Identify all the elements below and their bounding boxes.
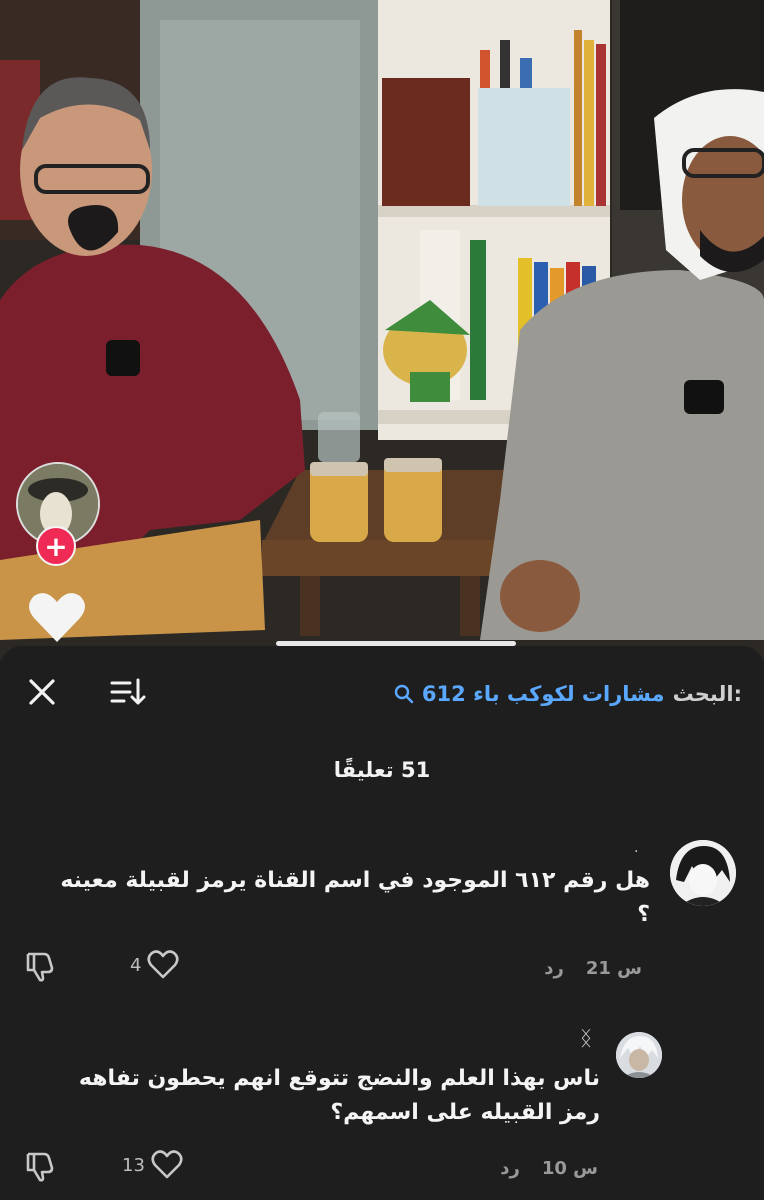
close-icon[interactable] [26, 676, 58, 708]
heart-icon [151, 1150, 183, 1179]
search-prefix: البحث: [672, 682, 742, 706]
comment-meta: 10 س رد [500, 1158, 598, 1179]
thumbs-down-icon[interactable] [24, 1150, 56, 1182]
comments-count: 51 تعليقًا [333, 758, 431, 782]
comment-meta: 21 س رد [544, 958, 642, 979]
comment-username[interactable]: . [634, 840, 638, 856]
thumbs-down-icon[interactable] [24, 950, 56, 982]
heart-icon[interactable] [28, 590, 86, 644]
search-query[interactable]: البحث: مشارات لكوكب باء 612 [394, 676, 742, 712]
commenter-avatar[interactable] [670, 840, 736, 906]
like-count: 13 [122, 1154, 145, 1176]
comment-time: 10 س [541, 1158, 598, 1179]
comment-time: 21 س [585, 958, 642, 979]
comment-like-button[interactable]: 13 [122, 1150, 183, 1180]
like-count: 4 [130, 954, 142, 976]
sort-icon[interactable] [110, 676, 146, 708]
avatar-illustration [616, 1032, 662, 1078]
comment-like-button[interactable]: 4 [130, 950, 180, 980]
search-icon [394, 684, 414, 704]
video-scene [0, 0, 764, 660]
commenter-avatar[interactable] [616, 1032, 662, 1078]
follow-button[interactable]: + [36, 526, 76, 566]
comment-username[interactable]: ᛝ [580, 1026, 592, 1050]
comment-text: هل رقم ٦١٢ الموجود في اسم القناة يرمز لق… [60, 868, 650, 927]
avatar-illustration [670, 840, 736, 906]
search-term-link[interactable]: مشارات لكوكب باء 612 [422, 682, 665, 706]
reply-button[interactable]: رد [544, 958, 564, 979]
heart-icon [147, 950, 180, 979]
plus-icon: + [44, 530, 68, 563]
video-frame[interactable]: + [0, 0, 764, 660]
comment-text: ناس بهذا العلم والنضج تتوقع انهم يحطون ت… [78, 1066, 600, 1125]
reply-button[interactable]: رد [500, 1158, 520, 1179]
